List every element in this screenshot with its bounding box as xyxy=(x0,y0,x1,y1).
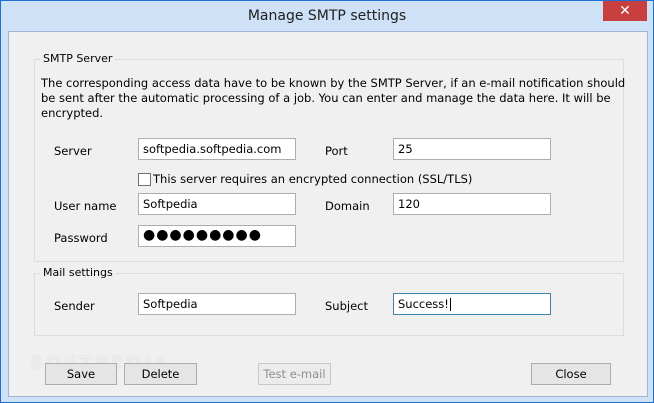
port-label: Port xyxy=(325,144,348,158)
server-label: Server xyxy=(54,144,92,158)
subject-input[interactable]: Success! xyxy=(393,293,551,315)
dialog-window: Manage SMTP settings ✕ SMTP Server The c… xyxy=(0,0,654,403)
subject-label: Subject xyxy=(325,299,368,313)
close-button[interactable]: Close xyxy=(531,363,611,385)
domain-input[interactable]: 120 xyxy=(393,193,551,215)
sender-input[interactable]: Softpedia xyxy=(138,293,296,315)
mail-settings-group: Mail settings Sender Softpedia Subject S… xyxy=(34,266,624,336)
password-input[interactable]: ●●●●●●●●● xyxy=(138,225,296,247)
username-label: User name xyxy=(54,199,117,213)
ssl-checkbox[interactable] xyxy=(138,173,151,186)
sender-label: Sender xyxy=(54,299,95,313)
window-title: Manage SMTP settings xyxy=(247,8,407,24)
username-input[interactable]: Softpedia xyxy=(138,193,296,215)
mail-settings-legend: Mail settings xyxy=(40,266,116,279)
close-window-button[interactable]: ✕ xyxy=(603,1,647,21)
smtp-server-group: SMTP Server The corresponding access dat… xyxy=(34,52,625,262)
smtp-server-legend: SMTP Server xyxy=(40,52,116,65)
port-input[interactable]: 25 xyxy=(393,138,551,160)
close-icon: ✕ xyxy=(619,3,631,19)
dialog-body: SMTP Server The corresponding access dat… xyxy=(8,31,648,397)
subject-value: Success! xyxy=(398,297,449,311)
domain-label: Domain xyxy=(325,199,370,213)
title-bar[interactable]: Manage SMTP settings ✕ xyxy=(1,1,653,31)
save-button[interactable]: Save xyxy=(45,363,117,385)
text-cursor xyxy=(449,298,451,311)
password-label: Password xyxy=(54,231,108,245)
smtp-description: The corresponding access data have to be… xyxy=(41,76,626,120)
delete-button[interactable]: Delete xyxy=(124,363,197,385)
ssl-checkbox-label[interactable]: This server requires an encrypted connec… xyxy=(153,172,472,186)
server-input[interactable]: softpedia.softpedia.com xyxy=(138,138,296,160)
test-email-button[interactable]: Test e-mail xyxy=(258,363,331,385)
